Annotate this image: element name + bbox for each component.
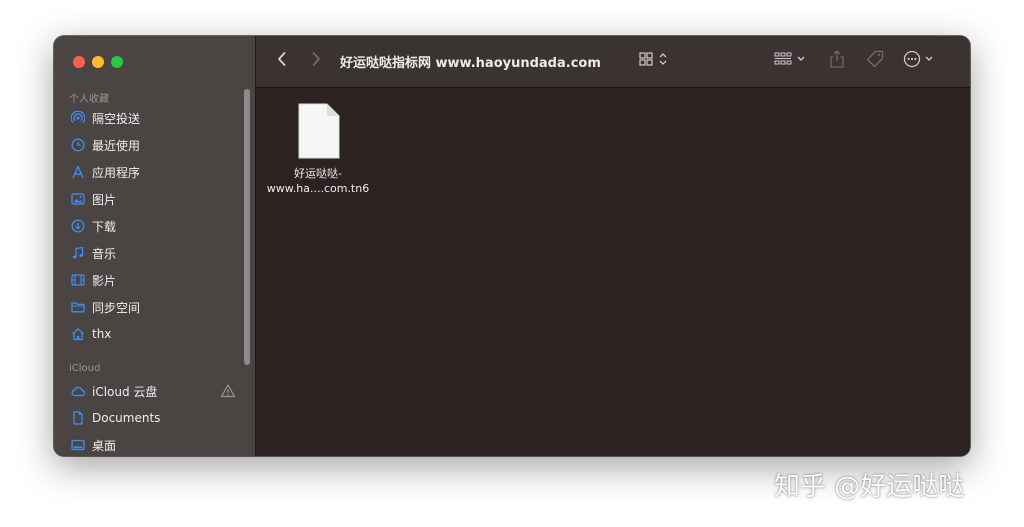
tag-button[interactable] xyxy=(863,50,887,72)
sidebar-item-downloads[interactable]: 下载 xyxy=(64,214,242,238)
sidebar-item-airdrop[interactable]: 隔空投送 xyxy=(64,106,242,130)
sidebar-item-label: Documents xyxy=(92,411,161,425)
sidebar-item-pictures[interactable]: 图片 xyxy=(64,187,242,211)
sidebar-item-home[interactable]: thx xyxy=(64,322,242,346)
sidebar-item-label: 最近使用 xyxy=(92,138,141,153)
share-button[interactable] xyxy=(825,50,849,72)
window-title: 好运哒哒指标网 www.haoyundada.com xyxy=(340,56,601,71)
file-name-line-1: 好运哒哒- xyxy=(294,167,342,180)
sidebar-item-applications[interactable]: 应用程序 xyxy=(64,160,242,184)
more-actions-button[interactable] xyxy=(901,50,941,72)
zoom-window-button[interactable] xyxy=(111,56,123,68)
applications-icon xyxy=(71,165,85,179)
movie-icon xyxy=(71,273,85,287)
music-icon xyxy=(71,246,85,260)
sidebar-item-icloud-drive[interactable]: iCloud 云盘 xyxy=(64,379,242,403)
sidebar-item-label: 音乐 xyxy=(92,246,117,261)
home-icon xyxy=(71,327,85,341)
group-by-icon xyxy=(771,50,811,72)
share-icon xyxy=(828,49,846,73)
document-icon xyxy=(71,411,85,425)
sidebar-item-label: 图片 xyxy=(92,192,117,207)
photo-icon xyxy=(71,192,85,206)
sidebar-item-documents[interactable]: Documents xyxy=(64,406,242,430)
airdrop-icon xyxy=(71,111,85,125)
sidebar-item-desktop[interactable]: 桌面 xyxy=(64,433,242,456)
download-icon xyxy=(71,219,85,233)
forward-button[interactable] xyxy=(306,51,326,71)
toolbar: 好运哒哒指标网 www.haoyundada.com xyxy=(256,36,970,88)
icon-grid-view-icon xyxy=(636,50,672,72)
watermark: 知乎 @好运哒哒 xyxy=(774,472,965,502)
cloud-icon xyxy=(71,384,85,398)
view-mode-button[interactable] xyxy=(634,50,674,72)
sidebar-item-label: 桌面 xyxy=(92,438,117,453)
sidebar-item-music[interactable]: 音乐 xyxy=(64,241,242,265)
minimize-window-button[interactable] xyxy=(92,56,104,68)
chevron-left-icon xyxy=(276,51,288,71)
file-item[interactable]: 好运哒哒- www.ha....com.tn6 xyxy=(266,102,370,202)
close-window-button[interactable] xyxy=(73,56,85,68)
sidebar-item-label: 应用程序 xyxy=(92,165,141,180)
ellipsis-circle-icon xyxy=(902,49,940,73)
document-icon xyxy=(297,102,341,160)
file-browser-content[interactable]: 好运哒哒- www.ha....com.tn6 xyxy=(256,88,970,456)
chevron-right-icon xyxy=(310,51,322,71)
folder-icon xyxy=(71,300,85,314)
back-button[interactable] xyxy=(272,51,292,71)
warning-icon[interactable] xyxy=(220,383,236,399)
favorites-header: 个人收藏 xyxy=(69,94,109,105)
file-name: 好运哒哒- www.ha....com.tn6 xyxy=(266,166,370,196)
file-name-line-2: www.ha....com.tn6 xyxy=(266,182,370,195)
sidebar: 个人收藏 隔空投送 最近使用 应用程序 图片 下载 音乐 影片 同步空间 thx… xyxy=(54,36,256,456)
clock-icon xyxy=(71,138,85,152)
sidebar-item-label: 影片 xyxy=(92,273,117,288)
sidebar-item-label: 隔空投送 xyxy=(92,111,141,126)
desktop-icon xyxy=(71,438,85,452)
sidebar-scrollbar[interactable] xyxy=(244,89,250,365)
sidebar-item-label: 下载 xyxy=(92,219,117,234)
sidebar-item-label: 同步空间 xyxy=(92,300,141,315)
tag-icon xyxy=(865,49,885,73)
sidebar-item-label: thx xyxy=(92,327,112,341)
finder-window: 个人收藏 隔空投送 最近使用 应用程序 图片 下载 音乐 影片 同步空间 thx… xyxy=(54,36,970,456)
sidebar-item-recents[interactable]: 最近使用 xyxy=(64,133,242,157)
sidebar-item-movies[interactable]: 影片 xyxy=(64,268,242,292)
group-by-button[interactable] xyxy=(770,50,812,72)
sidebar-item-sync-space[interactable]: 同步空间 xyxy=(64,295,242,319)
icloud-header: iCloud xyxy=(69,363,101,374)
sidebar-item-label: iCloud 云盘 xyxy=(92,384,158,399)
